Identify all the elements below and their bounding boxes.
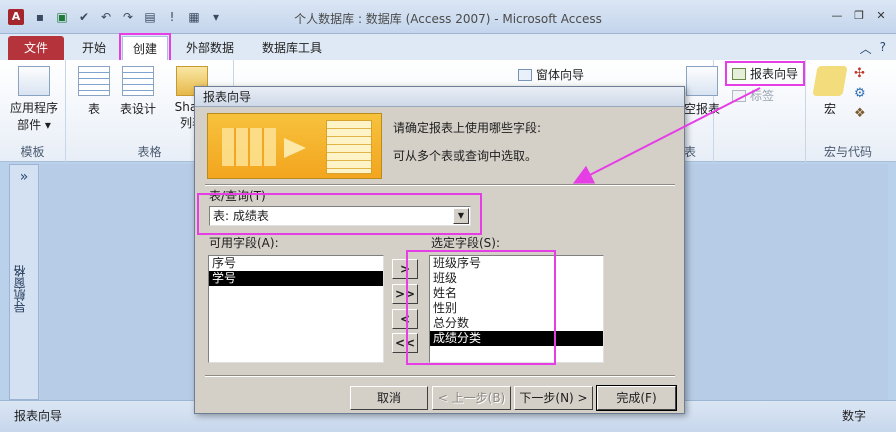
status-text: 报表向导 [14,409,63,423]
prompt-line-2: 可从多个表或查询中选取。 [393,149,538,163]
table-design-icon [122,66,154,96]
report-wizard-dialog: 报表向导 请确定报表上使用哪些字段: 可从多个表或查询中选取。 表/查询(T) … [194,86,685,414]
tab-database-tools[interactable]: 数据库工具 [252,36,332,60]
next-button[interactable]: 下一步(N) > [514,386,593,410]
help-icon[interactable]: ? [880,40,886,57]
separator-bottom [205,375,675,377]
prompt-line-1: 请确定报表上使用哪些字段: [393,121,542,135]
selected-fields-label: 选定字段(S): [431,236,501,250]
app-parts-icon [18,66,50,96]
minimize-icon[interactable]: — [828,8,846,24]
table-icon [78,66,110,96]
group-label-macros: 宏与代码 [823,145,872,159]
list-item[interactable]: 性别 [430,301,603,316]
group-templates: 应用程序 部件 ▾ 模板 [0,60,66,162]
table-design-button[interactable]: 表设计 [116,66,160,117]
app-parts-button[interactable]: 应用程序 部件 ▾ [6,66,62,134]
list-item[interactable]: 序号 [209,256,383,271]
form-wizard-button[interactable]: 窗体向导 [518,66,584,83]
tab-create[interactable]: 创建 [118,33,172,63]
nav-pane-label: 导航窗格 [13,265,27,313]
available-fields-list[interactable]: 序号 学号 [208,255,384,363]
back-button[interactable]: < 上一步(B) [432,386,511,410]
banner-report-graphic [326,120,372,174]
collapse-ribbon-icon[interactable]: ︿ [860,40,872,57]
table-label: 表 [87,102,100,116]
navigation-pane[interactable]: » 导航窗格 [9,164,39,400]
table-query-value: 表: 成绩表 [213,209,269,223]
list-item-selected[interactable]: 成绩分类 [430,331,603,346]
selected-fields-list[interactable]: 班级序号 班级 姓名 性别 总分数 成绩分类 [429,255,604,363]
remove-all-fields-button[interactable]: << [392,333,418,353]
ribbon-controls: ︿ ? [860,40,886,57]
cancel-button[interactable]: 取消 [350,386,428,410]
window-controls: — ❐ ✕ [828,8,890,24]
separator-top [205,184,675,186]
form-wizard-label: 窗体向导 [536,68,585,82]
title-bar: A ▪ ▣ ✔ ↶ ↷ ▤ ! ▦ ▾ 个人数据库 : 数据库 (Access … [0,0,896,34]
labels-icon [732,90,746,102]
restore-icon[interactable]: ❐ [850,8,868,24]
window-title: 个人数据库 : 数据库 (Access 2007) - Microsoft Ac… [294,12,602,26]
add-field-button[interactable]: > [392,259,418,279]
chevron-down-icon[interactable]: ▼ [453,208,469,224]
macro-label: 宏 [823,102,836,116]
visual-basic-icon[interactable]: ❖ [854,106,866,121]
labels-button[interactable]: 标签 [732,87,774,104]
labels-label: 标签 [750,89,775,103]
form-wizard-icon [518,69,532,81]
table-query-label: 表/查询(T) [209,189,266,203]
list-item-selected[interactable]: 学号 [209,271,383,286]
table-button[interactable]: 表 [76,66,112,117]
finish-button[interactable]: 完成(F) [596,385,677,411]
tab-file[interactable]: 文件 [8,36,64,60]
module-icon[interactable]: ⚙ [854,86,866,101]
ribbon-tab-bar: 文件 开始 创建 外部数据 数据库工具 ︿ ? [0,33,896,63]
banner-table-graphic [222,128,276,166]
tab-home[interactable]: 开始 [72,36,116,60]
group-macros: 宏 ✣ ⚙ ❖ 宏与代码 [806,60,890,162]
list-item[interactable]: 总分数 [430,316,603,331]
status-num-lock: 数字 [841,409,866,423]
available-fields-label: 可用字段(A): [209,236,279,250]
macro-button[interactable]: 宏 [812,66,848,117]
list-item[interactable]: 班级序号 [430,256,603,271]
group-reports: 报表向导 标签 [714,60,806,162]
wizard-banner-image [207,113,382,179]
table-query-combo[interactable]: 表: 成绩表 ▼ [209,206,471,226]
remove-field-button[interactable]: < [392,309,418,329]
table-design-label: 表设计 [119,102,156,116]
report-wizard-icon [732,68,746,80]
banner-arrow-icon [284,138,306,158]
dialog-title[interactable]: 报表向导 [195,87,684,107]
tab-external-data[interactable]: 外部数据 [176,36,244,60]
close-icon[interactable]: ✕ [872,8,890,24]
class-module-icon[interactable]: ✣ [854,66,865,81]
add-all-fields-button[interactable]: >> [392,284,418,304]
app-parts-label: 应用程序 部件 ▾ [9,101,58,132]
nav-expand-icon[interactable]: » [10,169,38,185]
report-wizard-label: 报表向导 [750,67,799,81]
list-item[interactable]: 班级 [430,271,603,286]
group-label-templates: 模板 [20,145,45,159]
list-item[interactable]: 姓名 [430,286,603,301]
macro-icon [812,66,848,96]
report-wizard-button[interactable]: 报表向导 [724,61,806,86]
